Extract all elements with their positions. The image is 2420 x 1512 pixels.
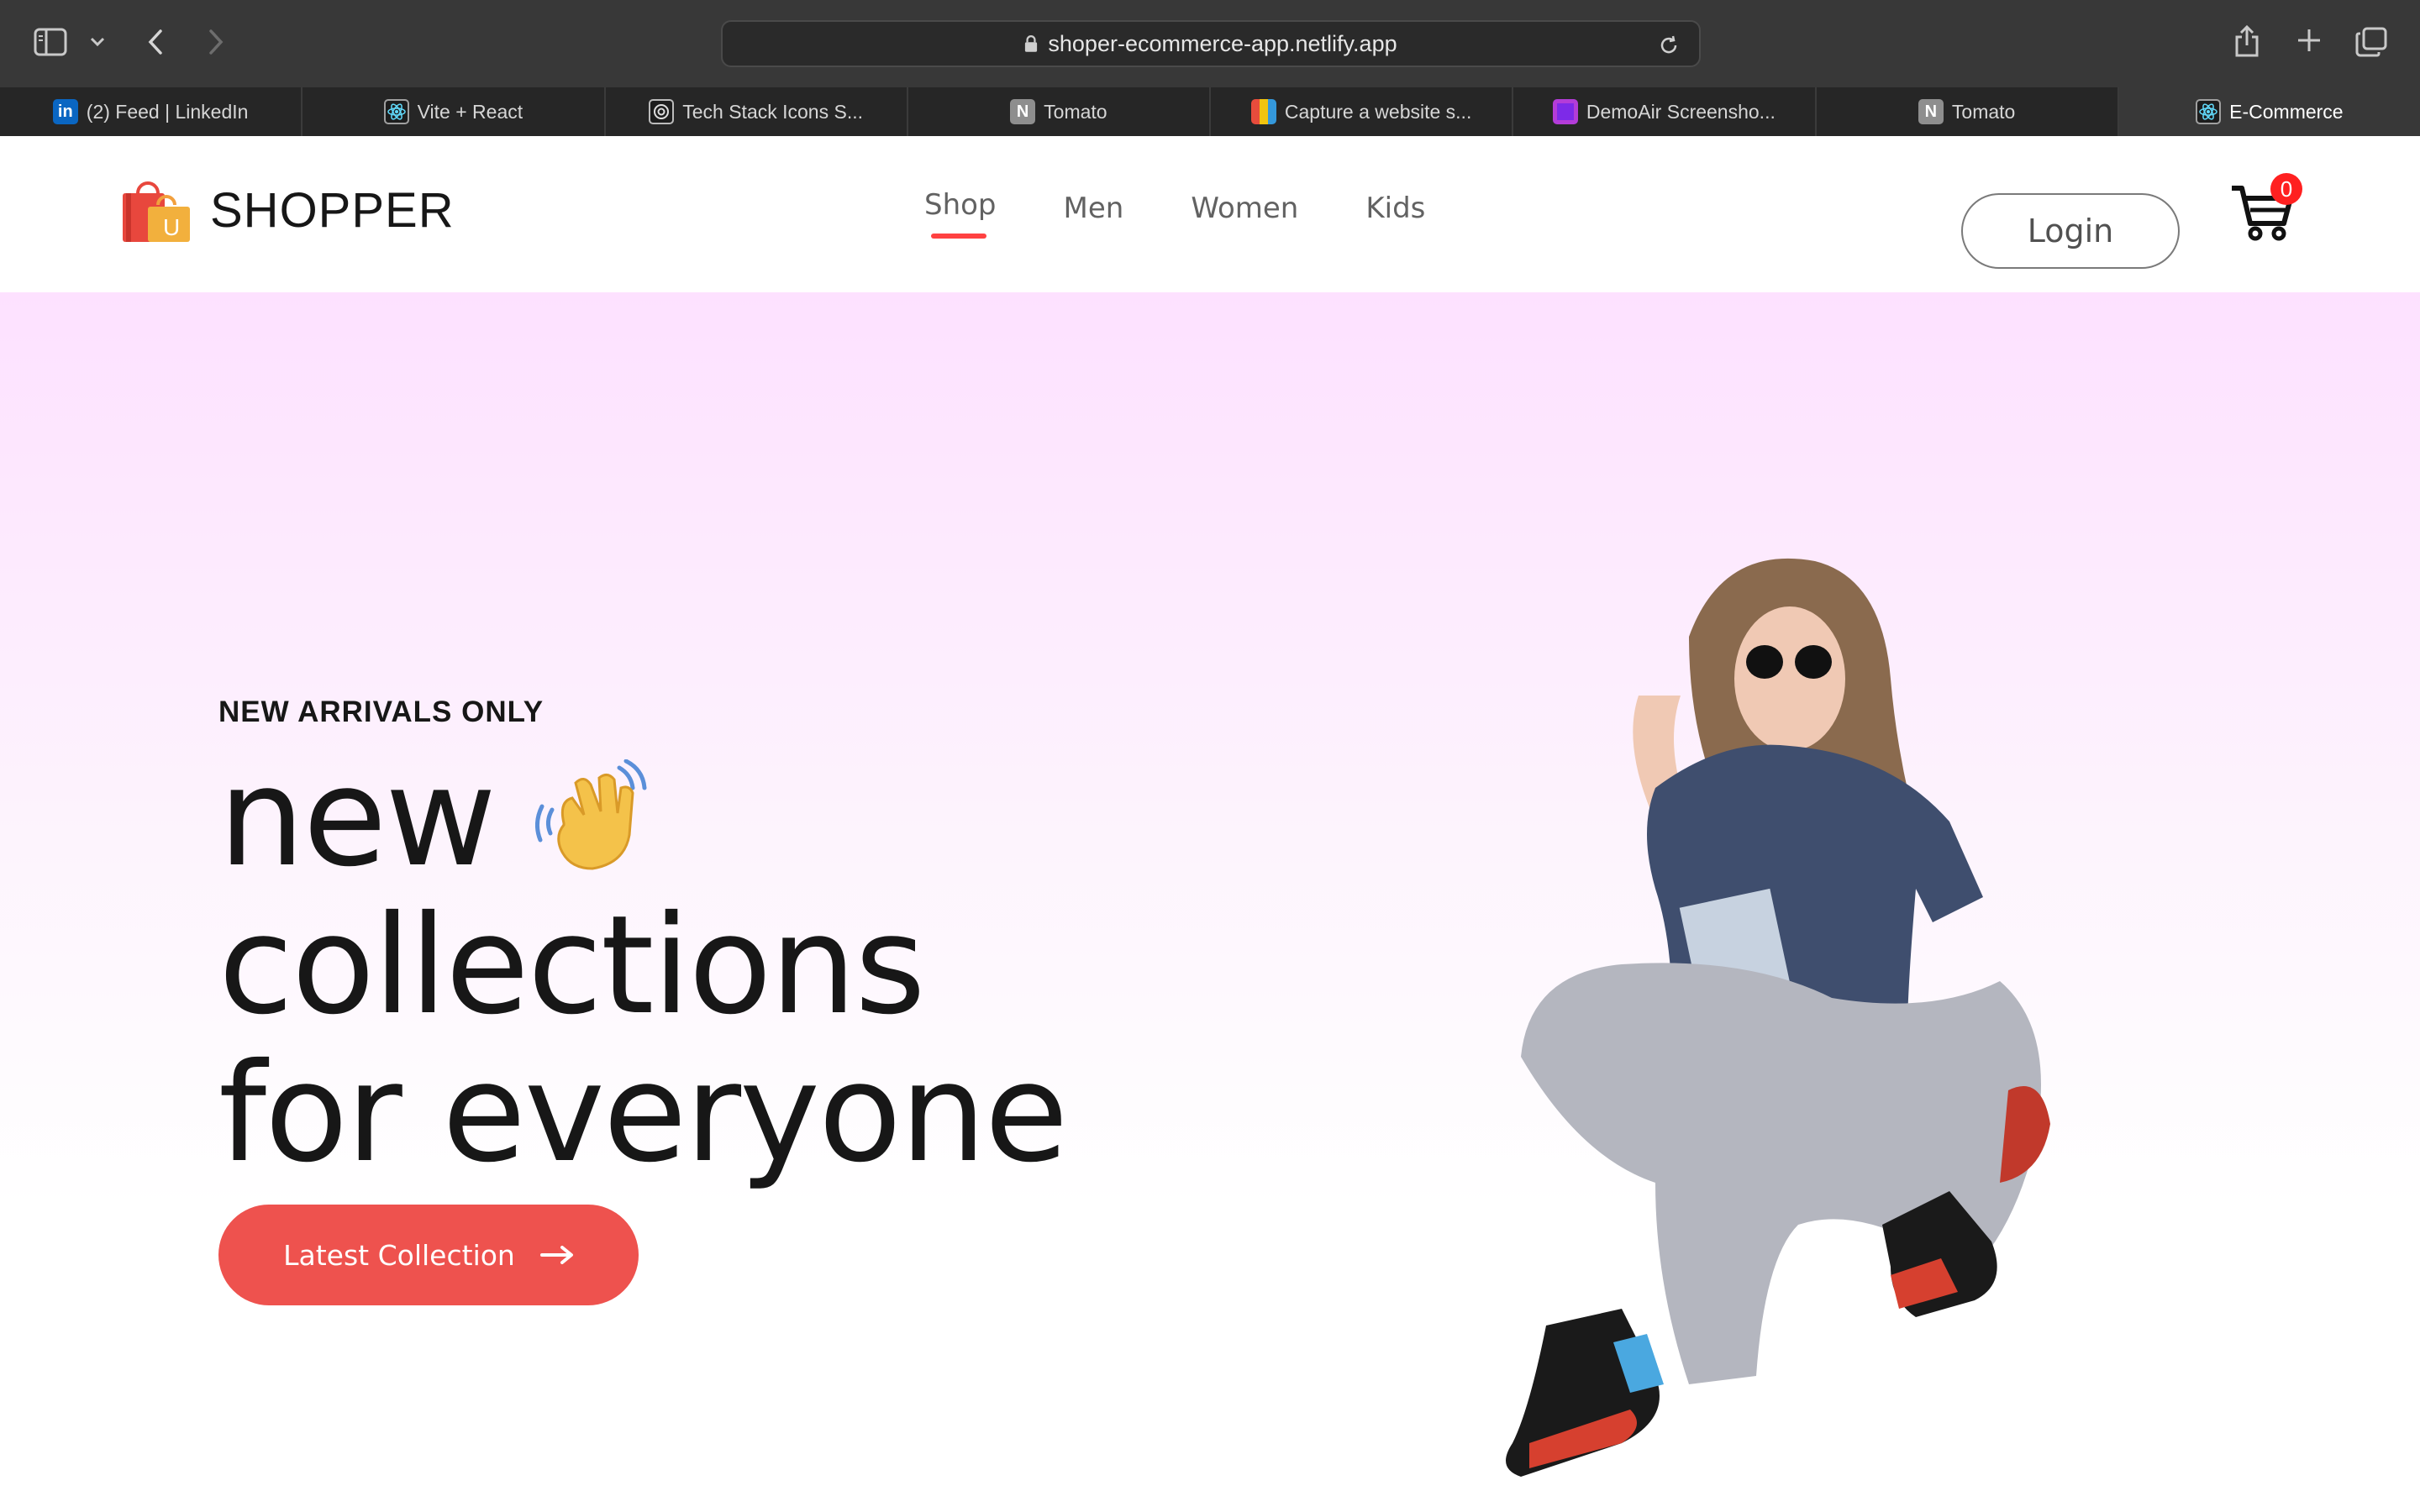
tab-tomato-2[interactable]: N Tomato (1817, 87, 2119, 136)
site-logo[interactable]: U SHOPPER (119, 176, 455, 244)
tab-demoair[interactable]: DemoAir Screensho... (1513, 87, 1817, 136)
tab-title: DemoAir Screensho... (1586, 100, 1776, 123)
headline-line-2: collections (218, 887, 926, 1045)
linkedin-icon: in (52, 99, 78, 124)
hero-eyebrow: NEW ARRIVALS ONLY (218, 696, 544, 728)
tab-title: Vite + React (417, 100, 523, 123)
new-tab-icon[interactable] (2294, 25, 2324, 55)
reload-icon[interactable] (1657, 34, 1681, 57)
headline-line-3: for everyone (218, 1035, 1068, 1193)
address-bar[interactable]: shoper-ecommerce-app.netlify.app (721, 20, 1701, 67)
notion-icon: N (1010, 99, 1036, 124)
hero-model-image (1506, 558, 2050, 1477)
react-icon (2196, 99, 2222, 124)
demoair-icon (1552, 99, 1578, 124)
lock-icon (1025, 35, 1038, 52)
tab-title: Tomato (1044, 100, 1107, 123)
back-icon[interactable] (141, 25, 170, 59)
forward-icon[interactable] (202, 25, 230, 59)
latest-collection-button[interactable]: Latest Collection (218, 1205, 639, 1305)
browser-toolbar: shoper-ecommerce-app.netlify.app (0, 0, 2420, 87)
nav-women-label: Women (1191, 192, 1299, 225)
arrow-right-icon (539, 1246, 573, 1264)
logo-badge: U (163, 214, 180, 240)
notion-icon: N (1918, 99, 1944, 124)
hero-headline: new collections for everyone (218, 739, 1068, 1193)
headline-line-1: new (218, 739, 497, 897)
active-underline (931, 234, 986, 239)
tab-title: Tomato (1951, 100, 2016, 123)
nav-menu: Shop Men Women Kids (924, 188, 1425, 239)
site-navbar: U SHOPPER Shop Men Women Kids Login 0 (0, 136, 2420, 292)
nav-shop[interactable]: Shop (924, 188, 997, 239)
share-icon[interactable] (2232, 22, 2262, 60)
chevron-down-icon[interactable] (86, 30, 109, 54)
tab-linkedin[interactable]: in (2) Feed | LinkedIn (0, 87, 303, 136)
login-button[interactable]: Login (1961, 193, 2180, 269)
nav-kids[interactable]: Kids (1365, 192, 1425, 225)
tab-ecommerce[interactable]: E-Commerce (2118, 87, 2420, 136)
tab-title: (2) Feed | LinkedIn (86, 100, 249, 123)
tab-tech-stack[interactable]: Tech Stack Icons S... (606, 87, 908, 136)
waving-hand-icon (534, 759, 647, 870)
grid-icon (1250, 99, 1276, 124)
logo-text: SHOPPER (210, 182, 455, 238)
url-text: shoper-ecommerce-app.netlify.app (1048, 30, 1397, 56)
tab-title: E-Commerce (2229, 100, 2344, 123)
tab-tomato[interactable]: N Tomato (908, 87, 1211, 136)
nav-men-label: Men (1063, 192, 1124, 225)
tab-title: Capture a website s... (1284, 100, 1472, 123)
tab-bar: in (2) Feed | LinkedIn Vite + React Tech… (0, 87, 2420, 136)
nav-men[interactable]: Men (1064, 192, 1124, 225)
nav-kids-label: Kids (1365, 192, 1426, 225)
tab-vite-react[interactable]: Vite + React (302, 87, 606, 136)
cart-count-badge: 0 (2270, 173, 2302, 205)
cta-label: Latest Collection (283, 1238, 515, 1272)
hero-section: NEW ARRIVALS ONLY new collections for ev… (0, 292, 2420, 1512)
shopping-bag-icon: U (123, 181, 190, 242)
nav-shop-label: Shop (924, 188, 997, 222)
tab-capture-website[interactable]: Capture a website s... (1211, 87, 1514, 136)
react-icon (383, 99, 409, 124)
openai-icon (649, 99, 675, 124)
tab-overview-icon[interactable] (2354, 25, 2388, 59)
tab-title: Tech Stack Icons S... (682, 100, 863, 123)
nav-women[interactable]: Women (1191, 192, 1298, 225)
hero-text: NEW ARRIVALS ONLY new collections for ev… (218, 696, 1068, 1193)
sidebar-toggle-icon[interactable] (32, 25, 69, 59)
